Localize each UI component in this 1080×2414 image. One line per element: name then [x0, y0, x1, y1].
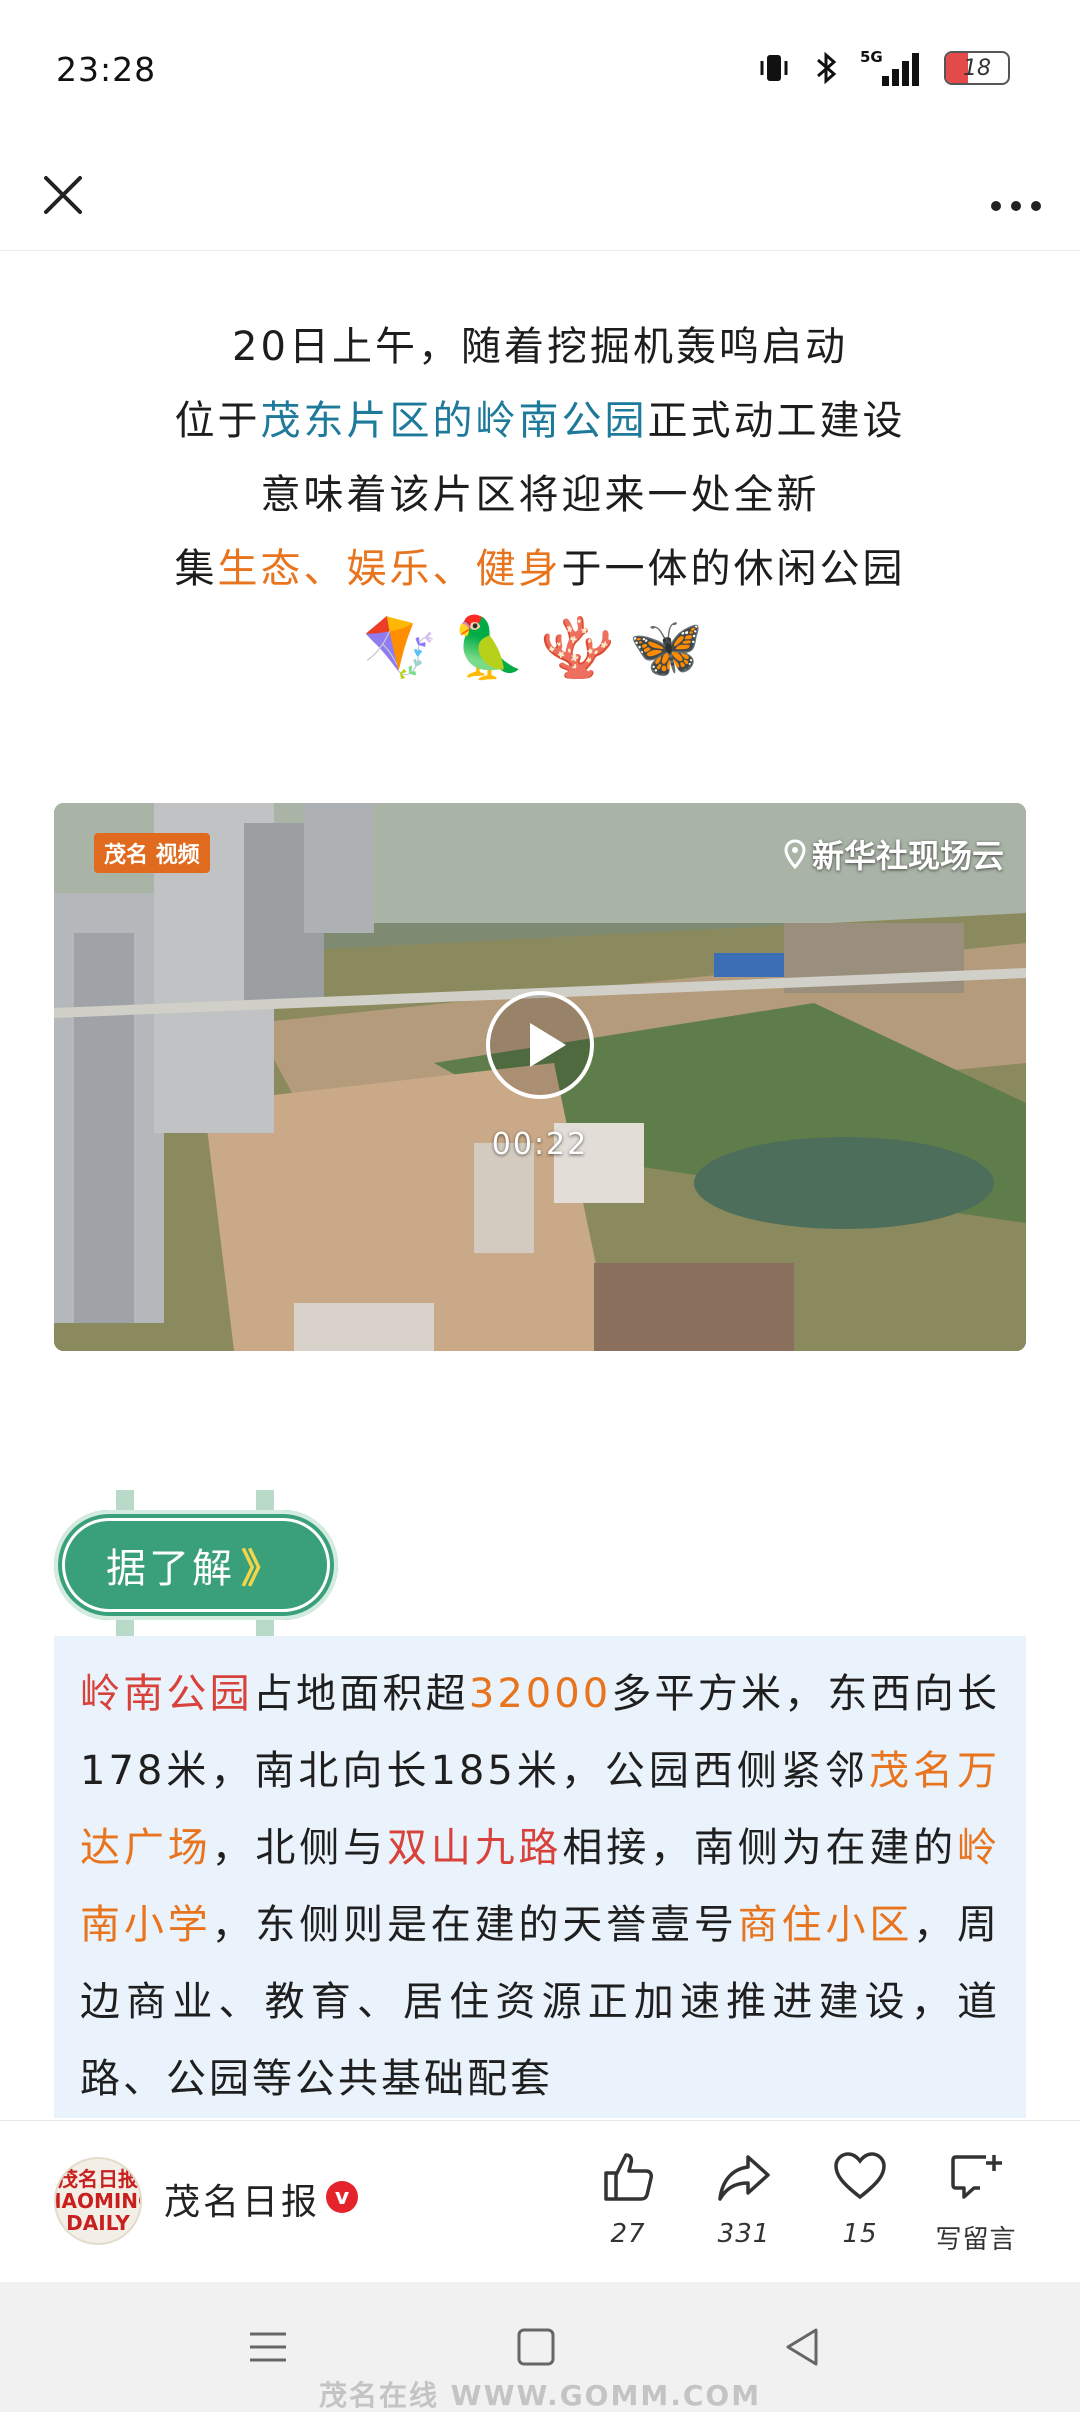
status-bar: 23:28 5G 18 [0, 0, 1080, 140]
comment-icon [951, 2155, 1002, 2199]
intro-text: 20日上午，随着挖掘机轰鸣启动 位于茂东片区的岭南公园正式动工建设 意味着该片区… [0, 310, 1080, 606]
intro-line-2: 位于茂东片区的岭南公园正式动工建设 [0, 384, 1080, 458]
menu-nav-button[interactable] [238, 2322, 298, 2372]
video-channel-logo: 茂名 视频 [94, 833, 210, 873]
intro-highlight-location: 茂东片区的岭南公园 [260, 398, 648, 444]
play-button[interactable] [486, 991, 594, 1099]
body-text-1: 占地面积超 [252, 1671, 469, 1717]
video-source-watermark: 新华社现场云 [784, 831, 1004, 877]
close-button[interactable] [30, 162, 96, 228]
verified-badge: v [326, 2181, 358, 2213]
like-button[interactable]: 27 [578, 2149, 678, 2249]
comment-button[interactable]: 写留言 [926, 2149, 1026, 2256]
avatar-text: 茂名日报 MAOMING DAILY [56, 2167, 140, 2235]
body-highlight-road: 双山九路 [386, 1825, 563, 1871]
body-highlight-park: 岭南公园 [80, 1671, 253, 1717]
intro-highlight-features: 生态、娱乐、健身 [217, 546, 562, 592]
vibrate-icon [756, 50, 792, 86]
share-button[interactable]: 331 [694, 2149, 794, 2249]
share-icon [718, 2155, 770, 2201]
back-nav-button[interactable] [772, 2322, 832, 2372]
intro-line-4-pre: 集 [174, 546, 218, 592]
body-highlight-area: 32000 [468, 1671, 612, 1717]
tag-label: 据了解 [106, 1546, 235, 1592]
account-name[interactable]: 茂名日报 [164, 2173, 320, 2225]
body-text-5: ，东侧则是在建的天誉壹号 [211, 1902, 738, 1948]
tag-arrows: 》 [241, 1546, 281, 1592]
bottom-action-bar: 茂名日报 MAOMING DAILY 茂名日报 v 27 331 15 写留言 [0, 2120, 1080, 2281]
status-icons: 5G 18 [756, 46, 1010, 90]
bluetooth-icon [812, 50, 840, 86]
menu-icon [250, 2332, 286, 2362]
intro-line-4: 集生态、娱乐、健身于一体的休闲公园 [0, 532, 1080, 606]
battery-level: 18 [963, 55, 991, 81]
intro-line-2-post: 正式动工建设 [647, 398, 906, 444]
system-nav-bar: 茂名在线 WWW.GOMM.COM [0, 2282, 1080, 2412]
video-player[interactable]: 茂名 视频 新华社现场云 00:22 [54, 803, 1026, 1351]
heart-icon [834, 2152, 886, 2200]
more-icon [991, 201, 1041, 211]
section-tag: 据了解 》 [54, 1490, 338, 1640]
share-count: 331 [717, 2219, 771, 2249]
account-avatar[interactable]: 茂名日报 MAOMING DAILY [54, 2157, 142, 2245]
favorite-button[interactable]: 15 [810, 2149, 910, 2249]
more-button[interactable] [976, 162, 1056, 228]
top-bar [0, 140, 1080, 251]
video-duration: 00:22 [491, 1127, 589, 1162]
thumbs-up-icon [604, 2153, 653, 2201]
intro-line-3: 意味着该片区将迎来一处全新 [260, 472, 820, 518]
home-nav-button[interactable] [506, 2322, 566, 2372]
like-count: 27 [610, 2219, 646, 2249]
home-square-icon [517, 2328, 555, 2366]
emoji-decoration: 🪁🦜🪸🦋 [362, 613, 718, 683]
battery-icon: 18 [944, 51, 1010, 85]
tag-board: 据了解 》 [54, 1510, 338, 1620]
site-watermark: 茂名在线 WWW.GOMM.COM [318, 2379, 762, 2412]
article-paragraph: 岭南公园占地面积超32000多平方米，东西向长178米，南北向长185米，公园西… [54, 1636, 1026, 2118]
signal-icon: 5G [860, 48, 924, 88]
location-pin-icon [784, 839, 806, 869]
body-highlight-community: 商住小区 [737, 1902, 914, 1948]
status-time: 23:28 [56, 50, 157, 89]
video-source-text: 新华社现场云 [811, 837, 1004, 875]
body-text-4: 相接，南侧为在建的 [562, 1825, 958, 1871]
intro-line-1: 20日上午，随着挖掘机轰鸣启动 [232, 324, 848, 370]
network-label: 5G [860, 48, 883, 66]
back-triangle-icon [786, 2328, 818, 2366]
comment-label: 写留言 [935, 2225, 1017, 2255]
intro-line-4-post: 于一体的休闲公园 [561, 546, 906, 592]
favorite-count: 15 [842, 2219, 878, 2249]
close-icon [44, 176, 82, 214]
body-text-3: ，北侧与 [211, 1825, 387, 1871]
intro-line-2-pre: 位于 [174, 398, 261, 444]
